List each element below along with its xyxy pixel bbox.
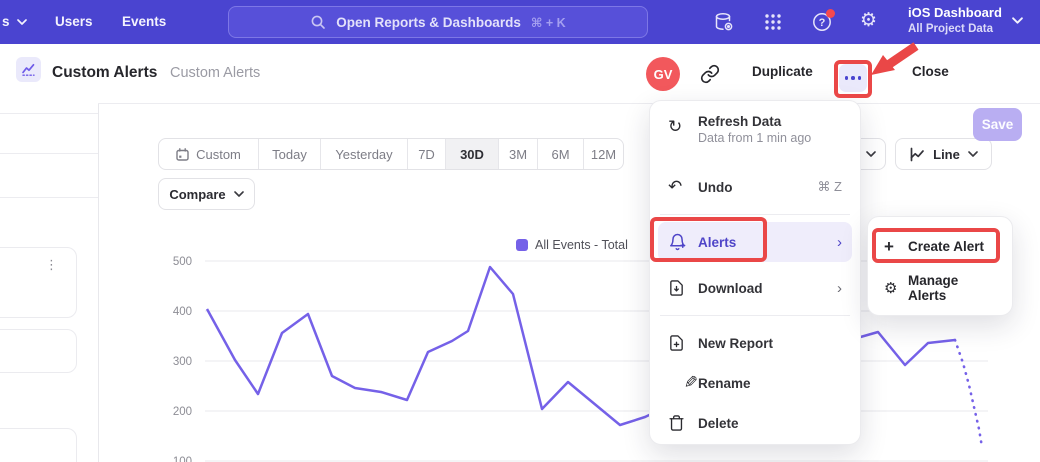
trash-icon: [668, 414, 698, 432]
chevron-down-icon: [866, 151, 876, 157]
range-6m[interactable]: 6M: [538, 139, 584, 169]
apps-grid-icon[interactable]: [762, 11, 784, 33]
y-tick-label: 100: [173, 456, 192, 462]
range-7d[interactable]: 7D: [408, 139, 446, 169]
range-3m[interactable]: 3M: [499, 139, 538, 169]
new-report-icon: [668, 334, 698, 352]
kebab-menu-icon[interactable]: ⋮: [45, 258, 58, 271]
y-tick-label: 300: [173, 356, 192, 368]
copy-link-icon[interactable]: [700, 64, 720, 84]
series-line-dotted: [955, 340, 982, 447]
refresh-icon: ↻: [668, 117, 698, 137]
menu-item-alerts[interactable]: Alerts ›: [658, 222, 852, 262]
project-subtitle: All Project Data: [908, 22, 1002, 37]
sidebar-divider: [98, 104, 99, 462]
line-chart-icon: [909, 147, 925, 162]
compare-label: Compare: [169, 187, 225, 202]
undo-shortcut: ⌘ Z: [817, 179, 842, 195]
app-window: 500 400 300 200 100 All Events - Total ⋮ Cus…: [0, 0, 1040, 462]
search-input[interactable]: Open Reports & Dashboards ⌘ + K: [228, 6, 648, 38]
range-yesterday[interactable]: Yesterday: [321, 139, 408, 169]
menu-divider: [660, 315, 850, 316]
y-tick-label: 200: [173, 406, 192, 418]
menu-item-undo[interactable]: ↶ Undo ⌘ Z: [658, 167, 852, 207]
gear-icon: ⚙: [884, 279, 908, 297]
chart-type-button[interactable]: Line: [895, 138, 992, 170]
notification-dot: [826, 9, 835, 18]
download-icon: [668, 279, 698, 297]
menu-item-download[interactable]: Download ›: [658, 268, 852, 308]
chevron-down-icon: [1012, 17, 1023, 24]
report-header: Custom Alerts Custom Alerts GV Duplicate…: [0, 44, 1040, 104]
plus-icon: +: [884, 237, 908, 257]
legend-swatch: [516, 239, 528, 251]
compare-button[interactable]: Compare: [158, 178, 255, 210]
sidebar-row-divider: [0, 153, 98, 154]
menu-item-rename[interactable]: ✎ Rename: [658, 363, 852, 403]
chevron-right-icon: ›: [837, 280, 842, 297]
chevron-down-icon: [17, 19, 27, 25]
submenu-item-create-alert[interactable]: + Create Alert: [874, 226, 1006, 267]
report-card[interactable]: [0, 428, 77, 462]
pencil-icon: ✎: [668, 373, 698, 393]
breadcrumb: Custom Alerts: [170, 65, 260, 81]
y-tick-label: 400: [173, 306, 192, 318]
settings-gear-icon[interactable]: ⚙: [860, 9, 882, 31]
project-title: iOS Dashboard: [908, 4, 1002, 22]
chevron-right-icon: ›: [837, 234, 842, 251]
range-30d[interactable]: 30D: [446, 139, 499, 169]
menu-divider: [660, 214, 850, 215]
legend-item[interactable]: All Events - Total: [516, 238, 628, 252]
range-custom[interactable]: Custom: [159, 139, 259, 169]
sidebar-row-divider: [0, 113, 98, 114]
range-12m[interactable]: 12M: [584, 139, 623, 169]
close-button[interactable]: Close: [912, 64, 949, 79]
chart-type-label: Line: [933, 147, 960, 162]
duplicate-button[interactable]: Duplicate: [752, 64, 813, 79]
chevron-down-icon: [968, 151, 978, 157]
project-switcher[interactable]: iOS Dashboard All Project Data: [908, 4, 1002, 37]
more-options-menu: ↻ Refresh Data Data from 1 min ago ↶ Und…: [649, 100, 861, 445]
calendar-icon: [176, 148, 189, 161]
svg-text:?: ?: [819, 17, 826, 29]
submenu-item-manage-alerts[interactable]: ⚙ Manage Alerts: [874, 267, 1006, 308]
legend-label: All Events - Total: [535, 238, 628, 252]
data-settings-icon[interactable]: [713, 11, 735, 33]
search-icon: [310, 14, 326, 30]
menu-item-delete[interactable]: Delete: [658, 403, 852, 443]
chevron-down-icon: [234, 191, 244, 197]
avatar[interactable]: GV: [646, 57, 680, 91]
help-icon[interactable]: ?: [811, 11, 833, 33]
nav-item-events[interactable]: Events: [122, 0, 166, 44]
nav-item-clipped[interactable]: s: [2, 0, 27, 44]
report-card[interactable]: [0, 329, 77, 373]
date-range-selector: CustomTodayYesterday7D30D3M6M12M: [158, 138, 624, 170]
nav-item-users[interactable]: Users: [55, 0, 93, 44]
alerts-submenu: + Create Alert ⚙ Manage Alerts: [867, 216, 1013, 316]
range-today[interactable]: Today: [259, 139, 321, 169]
more-options-button[interactable]: [839, 64, 867, 92]
report-card[interactable]: ⋮: [0, 247, 77, 318]
search-shortcut: ⌘ + K: [531, 15, 566, 30]
top-navigation: s Users Events Open Reports & Dashboards…: [0, 0, 1040, 44]
menu-item-refresh-data[interactable]: ↻ Refresh Data Data from 1 min ago: [658, 111, 852, 161]
refresh-subtitle: Data from 1 min ago: [698, 131, 811, 145]
undo-icon: ↶: [668, 177, 698, 197]
menu-item-new-report[interactable]: New Report: [658, 323, 852, 363]
save-button[interactable]: Save: [973, 108, 1022, 141]
search-placeholder: Open Reports & Dashboards: [336, 15, 521, 30]
report-type-icon: [16, 57, 41, 82]
page-title: Custom Alerts: [52, 64, 157, 82]
alert-bell-icon: [668, 233, 698, 251]
sidebar-row-divider: [0, 197, 98, 198]
y-tick-label: 500: [173, 256, 192, 268]
header-divider: [98, 103, 1040, 104]
